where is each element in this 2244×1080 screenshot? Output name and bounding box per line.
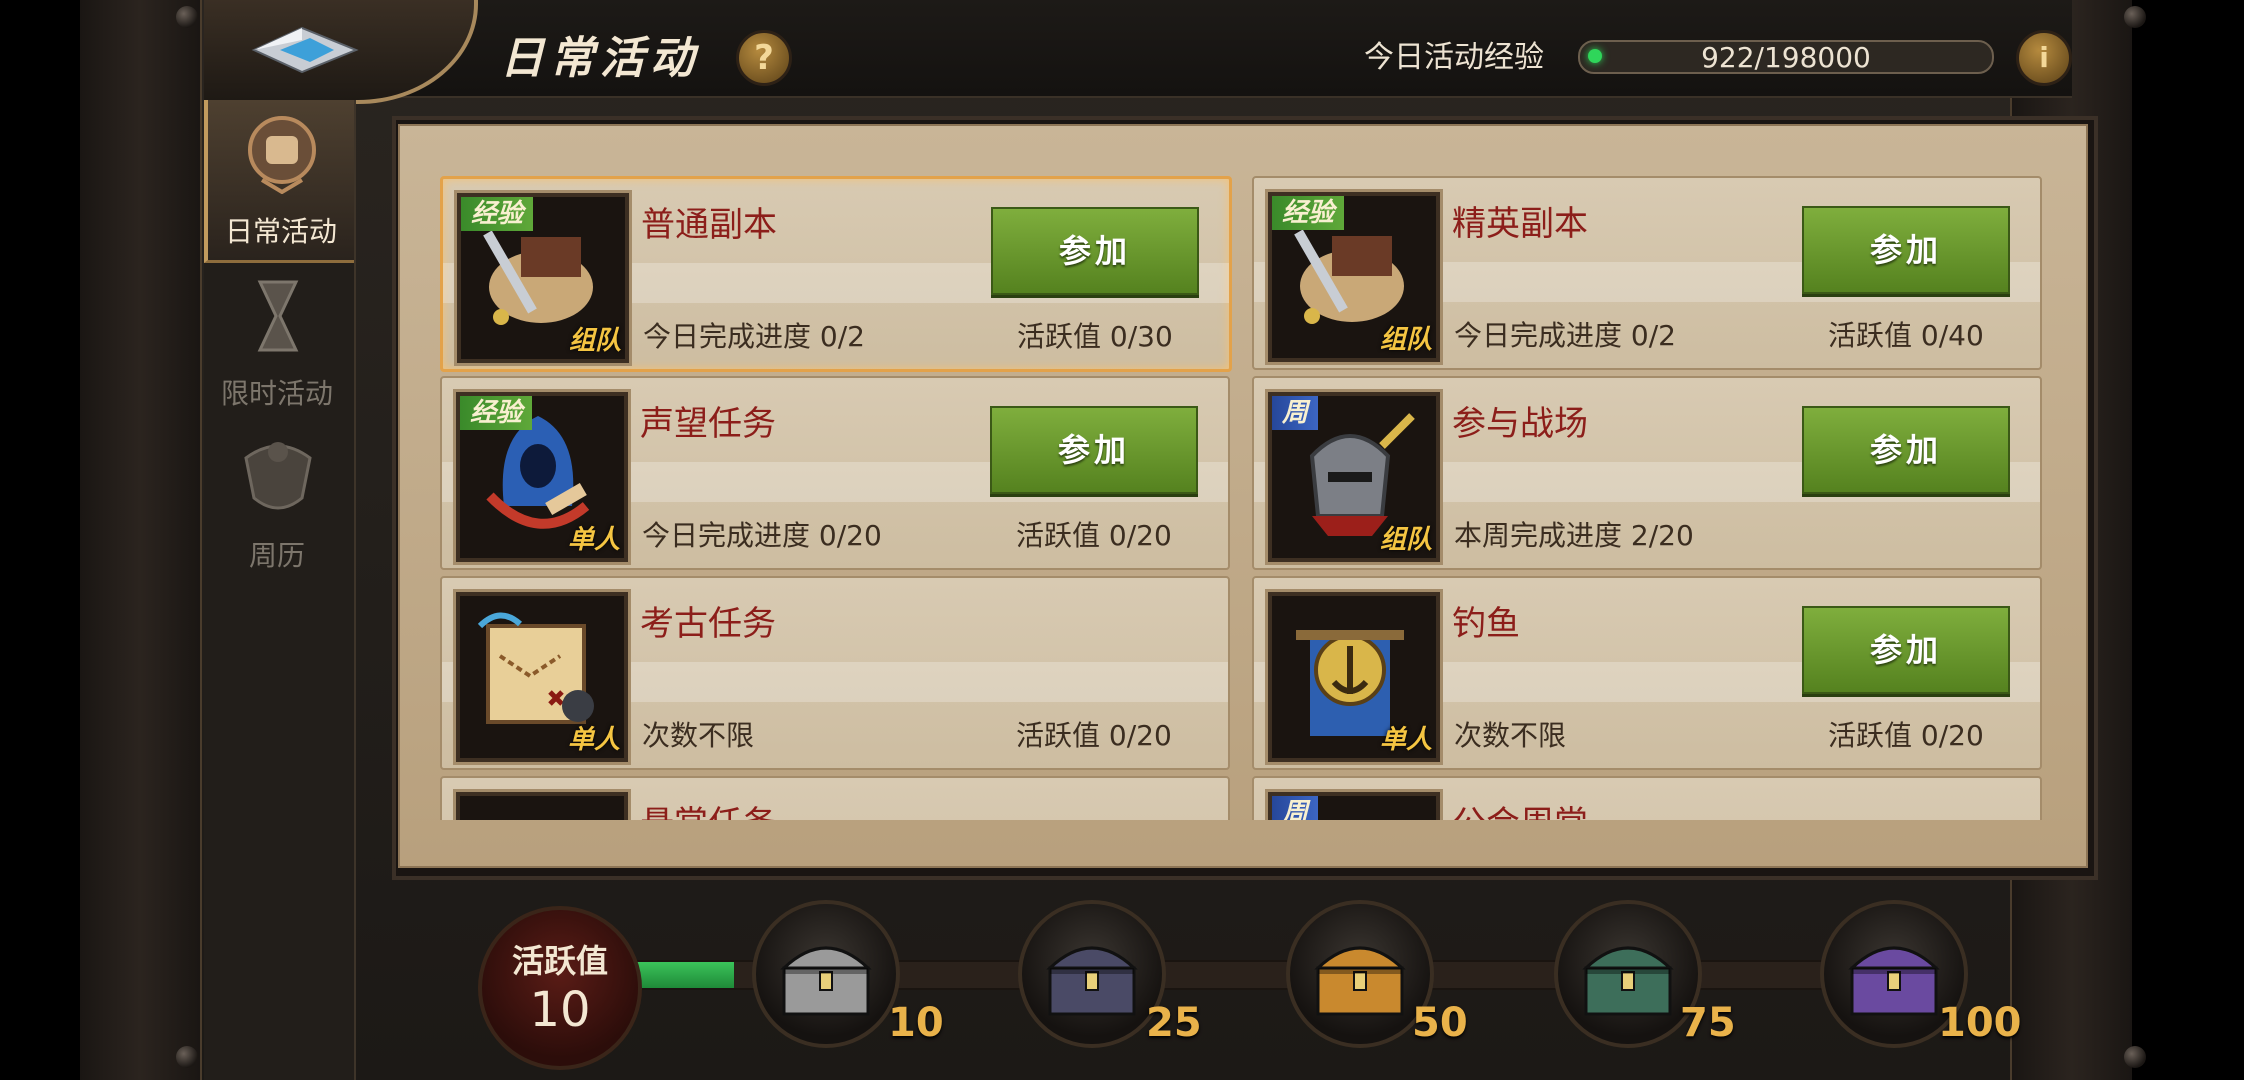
bounty-icon — [456, 792, 628, 820]
rivet-icon — [176, 6, 198, 28]
exp-progress-bar: 922/198000 — [1578, 40, 1994, 74]
activity-name: 普通副本 — [641, 205, 777, 245]
activity-name: 参与战场 — [1452, 404, 1588, 444]
page-title: 日常活动 — [500, 33, 700, 84]
activity-tag: 周 — [1272, 396, 1319, 430]
activity-active-value: 活跃值 0/20 — [1016, 519, 1172, 552]
back-arrow-icon — [251, 26, 359, 74]
reward-chest-button[interactable] — [1018, 900, 1166, 1048]
activity-group-type: 单人 — [567, 525, 620, 555]
rivet-icon — [2124, 1046, 2146, 1068]
join-button[interactable]: 参加 — [1802, 406, 2010, 494]
activity-name: 考古任务 — [640, 604, 776, 644]
rivet-icon — [176, 1046, 198, 1068]
exp-label: 今日活动经验 — [1364, 40, 1544, 75]
sidebar-tab-2[interactable]: 周历 — [204, 424, 350, 584]
activity-active-value: 活跃值 0/20 — [1828, 719, 1984, 752]
activity-name: 悬赏任务 — [640, 796, 776, 820]
activity-group-type: 组队 — [568, 326, 621, 356]
activity-progress: 今日完成进度 0/2 — [643, 320, 865, 353]
active-value-orb: 活跃值 10 — [478, 906, 642, 1070]
emerald-chest-icon — [1582, 946, 1674, 1016]
reward-threshold: 100 — [1938, 1000, 2022, 1046]
game-screen: 日常活动 ? 今日活动经验 922/198000 i 日常活动限时活动周历 经验… — [0, 0, 2244, 1080]
frame-left-edge — [80, 0, 202, 1080]
activity-name: 钓鱼 — [1452, 604, 1520, 644]
activity-tag: 经验 — [1272, 196, 1345, 230]
activity-card[interactable]: 经验 组队 普通副本 今日完成进度 0/2 活跃值 0/30 参加 — [440, 176, 1232, 372]
activity-progress: 今日完成进度 0/2 — [1454, 319, 1676, 352]
help-button[interactable]: ? — [736, 30, 792, 86]
active-value-label: 活跃值 — [511, 942, 608, 980]
reward-chest-button[interactable] — [752, 900, 900, 1048]
activity-active-value: 活跃值 0/20 — [1016, 719, 1172, 752]
join-button[interactable]: 参加 — [1802, 606, 2010, 694]
activity-tag: 经验 — [460, 396, 533, 430]
calendar-emblem-icon — [242, 438, 314, 518]
sidebar-tab-1[interactable]: 限时活动 — [204, 262, 350, 422]
knight-helmet-icon: 周组队 — [1268, 392, 1440, 562]
silver-chest-icon — [780, 946, 872, 1016]
activity-progress: 今日完成进度 0/20 — [642, 519, 882, 552]
activity-name: 公会周常 — [1452, 796, 1588, 820]
guild-icon: 周 — [1268, 792, 1440, 820]
active-value-number: 10 — [529, 982, 591, 1038]
reward-threshold: 25 — [1146, 1000, 1202, 1046]
sidebar-tab-label: 限时活动 — [220, 377, 333, 410]
reward-threshold: 75 — [1680, 1000, 1736, 1046]
activity-group-type: 单人 — [1379, 725, 1432, 755]
gold-chest-icon — [1314, 946, 1406, 1016]
activity-group-type: 单人 — [567, 725, 620, 755]
activity-card[interactable]: 周 公会周常 — [1252, 776, 2042, 820]
dark-chest-icon — [1046, 946, 1138, 1016]
join-button[interactable]: 参加 — [990, 406, 1198, 494]
activity-group-type: 组队 — [1379, 325, 1432, 355]
back-button[interactable] — [250, 22, 360, 78]
join-button[interactable]: 参加 — [1802, 206, 2010, 294]
activity-list[interactable]: 经验 组队 普通副本 今日完成进度 0/2 活跃值 0/30 参加 经验 组队 精英副本 今日完成… — [440, 170, 2070, 820]
activity-progress: 次数不限 — [642, 719, 755, 752]
sidebar-tab-0[interactable]: 日常活动 — [204, 100, 354, 263]
activity-card[interactable]: 单人 考古任务次数不限 活跃值 0/20 — [440, 576, 1230, 770]
activity-card[interactable]: 经验 单人 声望任务 今日完成进度 0/20 活跃值 0/20 参加 — [440, 376, 1230, 570]
activity-group-type: 组队 — [1379, 525, 1432, 555]
activity-tag: 周 — [1272, 796, 1319, 820]
rivet-icon — [2124, 6, 2146, 28]
sword-scroll-icon: 经验组队 — [1268, 192, 1440, 362]
activity-active-value: 活跃值 0/30 — [1017, 320, 1173, 353]
activity-progress: 次数不限 — [1454, 719, 1567, 752]
exp-value: 922/198000 — [1701, 41, 1871, 74]
activity-card[interactable]: 悬赏任务 — [440, 776, 1230, 820]
sword-scroll-icon: 经验组队 — [457, 193, 629, 363]
activity-name: 声望任务 — [640, 404, 776, 444]
hourglass-icon — [242, 276, 314, 356]
purple-chest-icon — [1848, 946, 1940, 1016]
anchor-banner-icon: 单人 — [1268, 592, 1440, 762]
hooded-figure-icon: 经验单人 — [456, 392, 628, 562]
info-button[interactable]: i — [2016, 30, 2072, 86]
scroll-emblem-icon — [246, 114, 318, 195]
activity-card[interactable]: 单人 钓鱼次数不限 活跃值 0/20 参加 — [1252, 576, 2042, 770]
join-button[interactable]: 参加 — [991, 207, 1199, 295]
activity-tag: 经验 — [461, 197, 534, 231]
activity-card[interactable]: 周组队 参与战场 本周完成进度 2/20 参加 — [1252, 376, 2042, 570]
treasure-map-icon: 单人 — [456, 592, 628, 762]
activity-card[interactable]: 经验 组队 精英副本 今日完成进度 0/2 活跃值 0/40 参加 — [1252, 176, 2042, 370]
activity-active-value: 活跃值 0/40 — [1828, 319, 1984, 352]
activity-progress: 本周完成进度 2/20 — [1454, 519, 1694, 552]
reward-threshold: 10 — [888, 1000, 944, 1046]
reward-threshold: 50 — [1412, 1000, 1468, 1046]
sidebar-tab-label: 周历 — [248, 539, 305, 572]
activity-name: 精英副本 — [1452, 204, 1588, 244]
sidebar-tab-label: 日常活动 — [224, 215, 337, 248]
